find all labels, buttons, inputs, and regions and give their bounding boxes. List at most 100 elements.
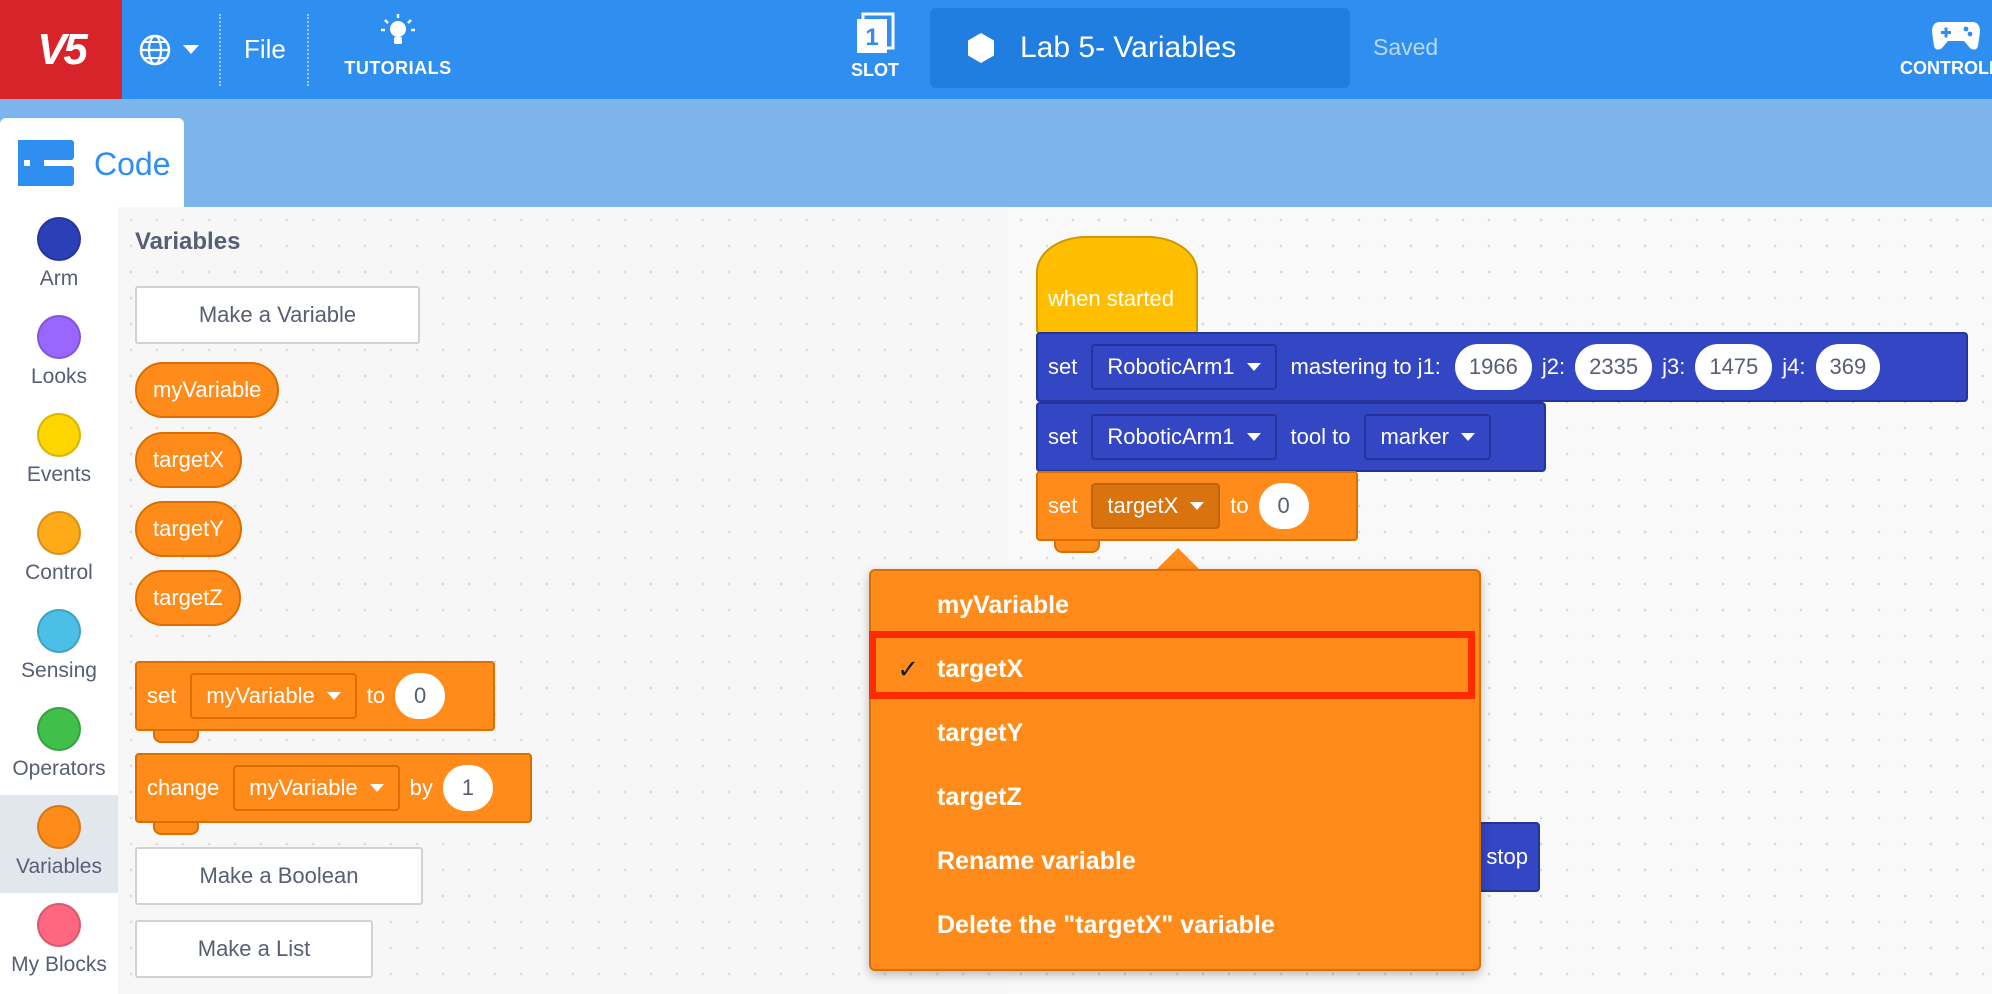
- variable-reporter-myvariable[interactable]: myVariable: [135, 362, 280, 418]
- vexcode-window: V5 File TUTORIALS 1 SLOT Lab 5- Variable…: [0, 0, 1992, 994]
- device-dropdown[interactable]: RoboticArm1: [1091, 414, 1277, 460]
- j3-input[interactable]: 1475: [1695, 344, 1773, 390]
- slot-icon: 1: [857, 12, 895, 53]
- category-variables[interactable]: Variables: [0, 795, 118, 893]
- dropdown-pointer: [1156, 548, 1200, 570]
- variable-dropdown[interactable]: targetX: [1091, 483, 1221, 529]
- category-arm[interactable]: Arm: [0, 207, 118, 305]
- saved-status: Saved: [1373, 34, 1439, 60]
- block-notch: [153, 729, 199, 743]
- block-notch: [1054, 539, 1100, 553]
- category-dot: [37, 609, 81, 653]
- value-input[interactable]: 1: [442, 765, 493, 811]
- variable-dropdown[interactable]: myVariable: [233, 765, 400, 811]
- category-operators[interactable]: Operators: [0, 697, 118, 795]
- category-label: Looks: [30, 365, 88, 388]
- variable-dropdown[interactable]: myVariable: [190, 673, 357, 719]
- category-sensing[interactable]: Sensing: [0, 599, 118, 697]
- dropdown-item-targety[interactable]: targetY: [871, 703, 1479, 763]
- category-my-blocks[interactable]: My Blocks: [0, 893, 118, 991]
- category-label: Operators: [12, 757, 106, 780]
- tab-code[interactable]: Code: [0, 118, 184, 210]
- language-menu[interactable]: [138, 28, 208, 72]
- caret-down-icon: [1190, 502, 1205, 510]
- v5-logo: V5: [0, 0, 122, 99]
- dropdown-item-label: targetZ: [937, 782, 1022, 811]
- category-dot: [37, 707, 81, 751]
- set-mastering-block[interactable]: set RoboticArm1 mastering to j1: 1966 j2…: [1036, 332, 1968, 402]
- code-blocks-icon: [18, 140, 74, 186]
- dropdown-value: targetX: [1107, 493, 1179, 518]
- j2-input[interactable]: 2335: [1575, 344, 1653, 390]
- category-rail: Arm Looks Events Control Sensing Operato…: [0, 207, 118, 994]
- make-list-button[interactable]: Make a List: [135, 920, 373, 978]
- controller-button[interactable]: CONTROLLE: [1886, 14, 1992, 90]
- dropdown-item-label: Delete the "targetX" variable: [937, 910, 1275, 939]
- set-targetx-block[interactable]: set targetX to 0: [1036, 471, 1358, 553]
- dropdown-item-delete-variable[interactable]: Delete the "targetX" variable: [871, 895, 1479, 955]
- dropdown-item-myvariable[interactable]: myVariable: [871, 575, 1479, 635]
- divider: [307, 14, 309, 86]
- block-keyword: j4:: [1782, 354, 1806, 379]
- set-variable-block[interactable]: set myVariable to 0: [135, 661, 495, 743]
- device-dropdown[interactable]: RoboticArm1: [1091, 344, 1277, 390]
- category-events[interactable]: Events: [0, 403, 118, 501]
- variable-reporter-targetx[interactable]: targetX: [135, 432, 242, 488]
- slot-button[interactable]: 1 SLOT: [840, 12, 910, 88]
- dropdown-value: myVariable: [249, 775, 358, 800]
- block-keyword: to: [1230, 493, 1249, 518]
- block-keyword: change: [147, 775, 220, 800]
- dropdown-item-rename-variable[interactable]: Rename variable: [871, 831, 1479, 891]
- category-dot: [37, 315, 81, 359]
- project-name: Lab 5- Variables: [1020, 31, 1237, 64]
- category-control[interactable]: Control: [0, 501, 118, 599]
- chevron-down-icon: [183, 45, 199, 54]
- project-name-box[interactable]: Lab 5- Variables: [930, 8, 1350, 88]
- block-keyword: set: [1048, 424, 1078, 449]
- value-input[interactable]: 0: [1258, 483, 1309, 529]
- gamepad-icon: [1932, 22, 1980, 50]
- selection-highlight-box: [869, 631, 1475, 699]
- block-keyword: mastering to j1:: [1290, 354, 1441, 379]
- dropdown-value: RoboticArm1: [1107, 354, 1235, 379]
- tutorials-label: TUTORIALS: [344, 58, 452, 78]
- category-label: Sensing: [21, 659, 97, 682]
- category-label: Events: [26, 463, 92, 486]
- variable-reporter-targetz[interactable]: targetZ: [135, 570, 241, 626]
- category-label: Variables: [16, 855, 102, 878]
- block-keyword: to: [366, 683, 386, 708]
- dropdown-value: RoboticArm1: [1107, 424, 1235, 449]
- category-dot: [37, 805, 81, 849]
- j4-input[interactable]: 369: [1815, 344, 1881, 390]
- tool-dropdown[interactable]: marker: [1364, 414, 1491, 460]
- block-keyword: tool to: [1290, 424, 1351, 449]
- code-tab-label: Code: [94, 145, 171, 182]
- dropdown-item-targetz[interactable]: targetZ: [871, 767, 1479, 827]
- change-variable-block[interactable]: change myVariable by 1: [135, 753, 532, 835]
- make-boolean-button[interactable]: Make a Boolean: [135, 847, 423, 905]
- value-input[interactable]: 0: [395, 673, 446, 719]
- category-looks[interactable]: Looks: [0, 305, 118, 403]
- block-notch: [153, 821, 199, 835]
- block-keyword: j3:: [1662, 354, 1686, 379]
- block-keyword: set: [147, 683, 177, 708]
- when-started-block[interactable]: when started: [1036, 236, 1198, 334]
- category-label: Control: [25, 561, 93, 584]
- tutorials-button[interactable]: TUTORIALS: [328, 12, 468, 88]
- variable-reporter-targety[interactable]: targetY: [135, 501, 242, 557]
- file-menu[interactable]: File: [244, 34, 286, 65]
- category-label: Arm: [39, 267, 79, 290]
- j1-input[interactable]: 1966: [1454, 344, 1532, 390]
- make-variable-button[interactable]: Make a Variable: [135, 286, 420, 344]
- category-dot: [37, 413, 81, 457]
- block-keyword: set: [1048, 354, 1078, 379]
- hexagon-icon: [968, 33, 994, 63]
- top-bar: V5 File TUTORIALS 1 SLOT Lab 5- Variable…: [0, 0, 1992, 99]
- globe-icon: [139, 34, 171, 66]
- lightbulb-icon: [381, 14, 415, 44]
- category-dot: [37, 903, 81, 947]
- caret-down-icon: [369, 784, 384, 792]
- set-tool-block[interactable]: set RoboticArm1 tool to marker: [1036, 402, 1546, 472]
- block-label: when started: [1048, 286, 1174, 311]
- block-keyword: j2:: [1541, 354, 1566, 379]
